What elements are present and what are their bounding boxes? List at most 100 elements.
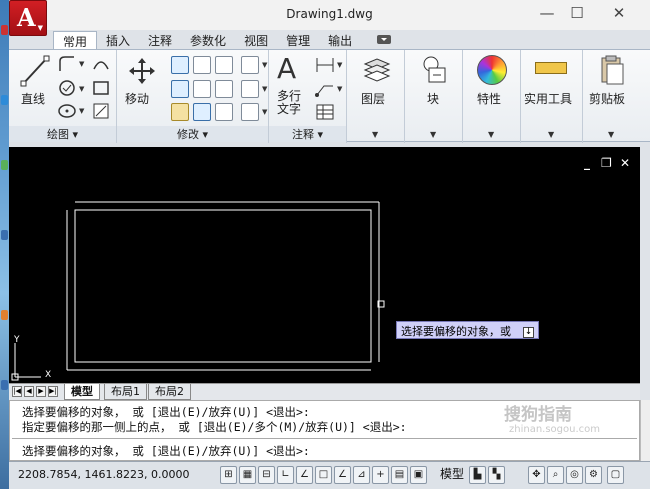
ducs-icon[interactable]: ⊿ [353, 466, 370, 484]
polyline-icon[interactable] [57, 55, 77, 73]
arc-icon[interactable] [91, 55, 111, 73]
circle-icon[interactable] [57, 78, 77, 98]
chevron-down-icon[interactable]: ▼ [337, 61, 342, 69]
tab-parametric[interactable]: 参数化 [181, 31, 235, 49]
properties-panel[interactable]: 特性 ▼ [463, 50, 521, 143]
chevron-down-icon[interactable]: ▼ [488, 130, 494, 139]
snap-icon[interactable]: ▦ [239, 466, 256, 484]
steering-wheel-icon[interactable]: ◎ [566, 466, 583, 484]
maximize-button[interactable]: ☐ [562, 4, 592, 22]
layers-panel[interactable]: 图层 ▼ [347, 50, 405, 143]
chevron-down-icon[interactable]: ▼ [337, 85, 342, 93]
ribbon: 直线 ▼ ▼ ▼ 绘图 ▾ 移动 ▼ ▼ ▼ 修改 ▾ A 多行 文字 ▼ ▼ … [9, 49, 650, 143]
chevron-down-icon[interactable]: ▼ [372, 130, 378, 139]
desktop-strip [0, 0, 9, 489]
leader-icon[interactable] [314, 80, 336, 98]
move-label[interactable]: 移动 [125, 90, 149, 107]
clean-screen-icon[interactable]: ▢ [607, 466, 624, 484]
stretch-icon[interactable] [215, 80, 233, 98]
move-icon[interactable] [127, 56, 157, 86]
layers-label: 图层 [361, 92, 386, 106]
text-icon[interactable]: A [277, 52, 296, 85]
line-tool-icon[interactable] [19, 54, 51, 88]
chamfer-icon[interactable] [241, 103, 259, 121]
drawing-canvas[interactable]: Y X [9, 147, 640, 383]
lineweight-icon[interactable]: ▤ [391, 466, 408, 484]
quick-view-drawings-icon[interactable]: ▚ [488, 466, 505, 484]
chevron-down-icon[interactable]: ▼ [79, 85, 84, 93]
rotate-icon[interactable] [193, 56, 211, 74]
scale-icon[interactable] [171, 103, 189, 121]
inner-rectangle[interactable] [74, 209, 372, 363]
array-icon[interactable] [193, 103, 211, 121]
dimension-icon[interactable] [314, 56, 336, 74]
line-tool-label[interactable]: 直线 [21, 90, 45, 107]
modify-panel-title[interactable]: 修改 ▾ [117, 126, 268, 142]
chevron-down-icon[interactable]: ▼ [79, 107, 84, 115]
workspace-switch-icon[interactable]: ⚙ [585, 466, 602, 484]
viewport-restore-button[interactable]: ❐ [601, 156, 612, 170]
annotation-panel-title[interactable]: 注释 ▾ [269, 126, 346, 142]
prev-layout-icon[interactable]: ◀ [24, 386, 34, 397]
application-menu-button[interactable]: A ▼ [9, 0, 47, 36]
next-layout-icon[interactable]: ▶ [36, 386, 46, 397]
table-icon[interactable] [314, 102, 336, 122]
pan-icon[interactable]: ✥ [528, 466, 545, 484]
chevron-down-icon[interactable]: ▼ [430, 130, 436, 139]
explode-icon[interactable] [241, 80, 259, 98]
viewport-close-button[interactable]: ✕ [620, 156, 630, 170]
utilities-panel[interactable]: 实用工具 ▼ [521, 50, 583, 143]
osnap-icon[interactable]: □ [315, 466, 332, 484]
zoom-icon[interactable]: ⌕ [547, 466, 564, 484]
ribbon-minimize-icon[interactable] [377, 35, 391, 44]
tab-insert[interactable]: 插入 [97, 31, 139, 49]
fillet-icon[interactable] [193, 80, 211, 98]
coordinates-readout[interactable]: 2208.7854, 1461.8223, 0.0000 [18, 468, 189, 481]
rectangle-icon[interactable] [91, 78, 111, 98]
tab-home[interactable]: 常用 [53, 31, 98, 49]
tab-layout2[interactable]: 布局2 [148, 384, 191, 400]
first-layout-icon[interactable]: |◀ [12, 386, 22, 397]
tooltip-options-button[interactable]: ↓ [523, 326, 534, 338]
quick-properties-icon[interactable]: ▣ [410, 466, 427, 484]
infer-constraints-icon[interactable]: ⊞ [220, 466, 237, 484]
command-scrollbar[interactable] [640, 400, 650, 461]
block-panel[interactable]: 块 ▼ [405, 50, 463, 143]
quick-view-layouts-icon[interactable]: ▙ [469, 466, 486, 484]
viewport-minimize-button[interactable]: _ [584, 156, 590, 170]
tab-model[interactable]: 模型 [64, 384, 100, 400]
clipboard-panel[interactable]: 剪贴板 ▼ [583, 50, 641, 143]
tab-annotate[interactable]: 注释 [139, 31, 181, 49]
polar-icon[interactable]: ∠ [296, 466, 313, 484]
ortho-icon[interactable]: ∟ [277, 466, 294, 484]
offset-icon[interactable] [215, 103, 233, 121]
trim-icon[interactable] [215, 56, 233, 74]
minimize-button[interactable]: — [532, 4, 562, 22]
chevron-down-icon[interactable]: ▼ [262, 61, 267, 69]
command-prompt-line[interactable]: 选择要偏移的对象， 或 [退出(E)/放弃(U)] <退出>: [22, 443, 310, 459]
grid-icon[interactable]: ⊟ [258, 466, 275, 484]
hatch-icon[interactable] [91, 102, 111, 120]
tab-view[interactable]: 视图 [235, 31, 277, 49]
otrack-icon[interactable]: ∠ [334, 466, 351, 484]
mtext-label[interactable]: 多行 文字 [277, 90, 301, 116]
tab-layout1[interactable]: 布局1 [104, 384, 147, 400]
model-space-button[interactable]: 模型 [440, 465, 464, 482]
last-layout-icon[interactable]: ▶| [48, 386, 58, 397]
utilities-label: 实用工具 [524, 92, 573, 106]
close-button[interactable]: ✕ [604, 4, 634, 22]
chevron-down-icon[interactable]: ▼ [608, 130, 614, 139]
copy-icon[interactable] [171, 56, 189, 74]
chevron-down-icon[interactable]: ▼ [262, 85, 267, 93]
erase-icon[interactable] [241, 56, 259, 74]
tab-output[interactable]: 输出 [319, 31, 361, 49]
mirror-icon[interactable] [171, 80, 189, 98]
layers-icon [363, 58, 391, 82]
chevron-down-icon[interactable]: ▼ [79, 60, 84, 68]
dyn-icon[interactable]: + [372, 466, 389, 484]
tab-manage[interactable]: 管理 [277, 31, 319, 49]
ellipse-icon[interactable] [57, 102, 77, 120]
chevron-down-icon[interactable]: ▼ [548, 130, 554, 139]
chevron-down-icon[interactable]: ▼ [262, 108, 267, 116]
draw-panel-title[interactable]: 绘图 ▾ [9, 126, 116, 142]
